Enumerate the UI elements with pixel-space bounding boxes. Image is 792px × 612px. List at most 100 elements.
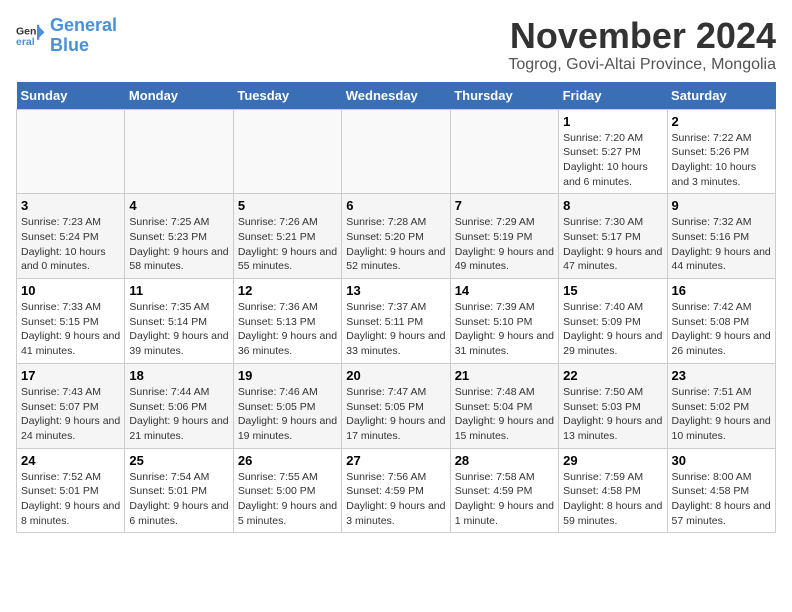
day-number: 7 — [455, 198, 554, 213]
svg-text:eral: eral — [16, 36, 35, 48]
day-number: 13 — [346, 283, 445, 298]
logo-blue: Blue — [50, 35, 89, 55]
day-cell: 29 Sunrise: 7:59 AM Sunset: 4:58 PM Dayli… — [559, 448, 667, 533]
day-number: 17 — [21, 368, 120, 383]
day-number: 20 — [346, 368, 445, 383]
day-cell: 7 Sunrise: 7:29 AM Sunset: 5:19 PM Daylig… — [450, 194, 558, 279]
day-number: 21 — [455, 368, 554, 383]
day-number: 2 — [672, 114, 771, 129]
logo-text: General Blue — [50, 16, 117, 56]
day-cell: 4 Sunrise: 7:25 AM Sunset: 5:23 PM Daylig… — [125, 194, 233, 279]
logo-icon: Gen eral — [16, 21, 46, 51]
day-header-monday: Monday — [125, 82, 233, 110]
day-info: Sunrise: 7:58 AM Sunset: 4:59 PM Dayligh… — [455, 470, 554, 529]
calendar-table: SundayMondayTuesdayWednesdayThursdayFrid… — [16, 82, 776, 534]
day-info: Sunrise: 7:42 AM Sunset: 5:08 PM Dayligh… — [672, 300, 771, 359]
day-header-sunday: Sunday — [17, 82, 125, 110]
day-number: 30 — [672, 453, 771, 468]
day-cell: 8 Sunrise: 7:30 AM Sunset: 5:17 PM Daylig… — [559, 194, 667, 279]
day-info: Sunrise: 7:54 AM Sunset: 5:01 PM Dayligh… — [129, 470, 228, 529]
day-cell: 1 Sunrise: 7:20 AM Sunset: 5:27 PM Daylig… — [559, 109, 667, 194]
day-cell: 17 Sunrise: 7:43 AM Sunset: 5:07 PM Dayli… — [17, 363, 125, 448]
day-cell: 23Sunrise: 7:51 AM Sunset: 5:02 PM Dayli… — [667, 363, 775, 448]
day-number: 15 — [563, 283, 662, 298]
day-cell: 3 Sunrise: 7:23 AM Sunset: 5:24 PM Daylig… — [17, 194, 125, 279]
day-cell: 21Sunrise: 7:48 AM Sunset: 5:04 PM Dayli… — [450, 363, 558, 448]
location-title: Togrog, Govi-Altai Province, Mongolia — [508, 56, 776, 74]
day-number: 25 — [129, 453, 228, 468]
day-number: 22 — [563, 368, 662, 383]
day-number: 19 — [238, 368, 337, 383]
day-info: Sunrise: 7:47 AM Sunset: 5:05 PM Dayligh… — [346, 385, 445, 444]
week-row-2: 3 Sunrise: 7:23 AM Sunset: 5:24 PM Daylig… — [17, 194, 776, 279]
day-cell: 22 Sunrise: 7:50 AM Sunset: 5:03 PM Dayli… — [559, 363, 667, 448]
day-number: 12 — [238, 283, 337, 298]
day-cell: 30Sunrise: 8:00 AM Sunset: 4:58 PM Dayli… — [667, 448, 775, 533]
day-info: Sunrise: 7:25 AM Sunset: 5:23 PM Dayligh… — [129, 215, 228, 274]
day-cell: 10Sunrise: 7:33 AM Sunset: 5:15 PM Dayli… — [17, 279, 125, 364]
day-info: Sunrise: 7:43 AM Sunset: 5:07 PM Dayligh… — [21, 385, 120, 444]
day-info: Sunrise: 7:56 AM Sunset: 4:59 PM Dayligh… — [346, 470, 445, 529]
day-info: Sunrise: 7:50 AM Sunset: 5:03 PM Dayligh… — [563, 385, 662, 444]
day-info: Sunrise: 7:33 AM Sunset: 5:15 PM Dayligh… — [21, 300, 120, 359]
day-header-tuesday: Tuesday — [233, 82, 341, 110]
day-cell: 25 Sunrise: 7:54 AM Sunset: 5:01 PM Dayli… — [125, 448, 233, 533]
day-info: Sunrise: 7:30 AM Sunset: 5:17 PM Dayligh… — [563, 215, 662, 274]
day-cell: 19 Sunrise: 7:46 AM Sunset: 5:05 PM Dayli… — [233, 363, 341, 448]
week-row-3: 10Sunrise: 7:33 AM Sunset: 5:15 PM Dayli… — [17, 279, 776, 364]
logo: Gen eral General Blue — [16, 16, 117, 56]
week-row-5: 24Sunrise: 7:52 AM Sunset: 5:01 PM Dayli… — [17, 448, 776, 533]
day-info: Sunrise: 7:28 AM Sunset: 5:20 PM Dayligh… — [346, 215, 445, 274]
day-cell: 5 Sunrise: 7:26 AM Sunset: 5:21 PM Daylig… — [233, 194, 341, 279]
day-cell: 16Sunrise: 7:42 AM Sunset: 5:08 PM Dayli… — [667, 279, 775, 364]
day-number: 28 — [455, 453, 554, 468]
day-number: 1 — [563, 114, 662, 129]
day-cell — [125, 109, 233, 194]
day-cell: 11Sunrise: 7:35 AM Sunset: 5:14 PM Dayli… — [125, 279, 233, 364]
day-number: 5 — [238, 198, 337, 213]
title-section: November 2024 Togrog, Govi-Altai Provinc… — [508, 16, 776, 74]
day-cell — [450, 109, 558, 194]
day-info: Sunrise: 7:36 AM Sunset: 5:13 PM Dayligh… — [238, 300, 337, 359]
day-cell: 14 Sunrise: 7:39 AM Sunset: 5:10 PM Dayli… — [450, 279, 558, 364]
day-number: 4 — [129, 198, 228, 213]
week-row-4: 17 Sunrise: 7:43 AM Sunset: 5:07 PM Dayli… — [17, 363, 776, 448]
day-cell: 2 Sunrise: 7:22 AM Sunset: 5:26 PM Daylig… — [667, 109, 775, 194]
day-info: Sunrise: 7:22 AM Sunset: 5:26 PM Dayligh… — [672, 131, 771, 190]
day-cell: 18Sunrise: 7:44 AM Sunset: 5:06 PM Dayli… — [125, 363, 233, 448]
day-header-thursday: Thursday — [450, 82, 558, 110]
day-info: Sunrise: 7:29 AM Sunset: 5:19 PM Dayligh… — [455, 215, 554, 274]
day-info: Sunrise: 7:23 AM Sunset: 5:24 PM Dayligh… — [21, 215, 120, 274]
day-number: 3 — [21, 198, 120, 213]
day-number: 18 — [129, 368, 228, 383]
week-row-1: 1 Sunrise: 7:20 AM Sunset: 5:27 PM Daylig… — [17, 109, 776, 194]
day-number: 11 — [129, 283, 228, 298]
day-info: Sunrise: 7:26 AM Sunset: 5:21 PM Dayligh… — [238, 215, 337, 274]
day-number: 14 — [455, 283, 554, 298]
day-cell — [342, 109, 450, 194]
day-number: 29 — [563, 453, 662, 468]
day-header-saturday: Saturday — [667, 82, 775, 110]
day-cell: 6Sunrise: 7:28 AM Sunset: 5:20 PM Daylig… — [342, 194, 450, 279]
day-cell — [17, 109, 125, 194]
day-info: Sunrise: 7:52 AM Sunset: 5:01 PM Dayligh… — [21, 470, 120, 529]
day-info: Sunrise: 7:46 AM Sunset: 5:05 PM Dayligh… — [238, 385, 337, 444]
day-info: Sunrise: 7:37 AM Sunset: 5:11 PM Dayligh… — [346, 300, 445, 359]
day-cell: 12 Sunrise: 7:36 AM Sunset: 5:13 PM Dayli… — [233, 279, 341, 364]
day-info: Sunrise: 7:39 AM Sunset: 5:10 PM Dayligh… — [455, 300, 554, 359]
day-info: Sunrise: 7:32 AM Sunset: 5:16 PM Dayligh… — [672, 215, 771, 274]
day-number: 27 — [346, 453, 445, 468]
day-number: 26 — [238, 453, 337, 468]
logo-general: General — [50, 15, 117, 35]
day-cell: 28 Sunrise: 7:58 AM Sunset: 4:59 PM Dayli… — [450, 448, 558, 533]
day-number: 8 — [563, 198, 662, 213]
day-info: Sunrise: 7:59 AM Sunset: 4:58 PM Dayligh… — [563, 470, 662, 529]
day-cell: 24Sunrise: 7:52 AM Sunset: 5:01 PM Dayli… — [17, 448, 125, 533]
day-info: Sunrise: 7:40 AM Sunset: 5:09 PM Dayligh… — [563, 300, 662, 359]
day-info: Sunrise: 7:20 AM Sunset: 5:27 PM Dayligh… — [563, 131, 662, 190]
day-header-friday: Friday — [559, 82, 667, 110]
day-info: Sunrise: 7:55 AM Sunset: 5:00 PM Dayligh… — [238, 470, 337, 529]
month-title: November 2024 — [508, 16, 776, 56]
day-cell: 26 Sunrise: 7:55 AM Sunset: 5:00 PM Dayli… — [233, 448, 341, 533]
day-cell — [233, 109, 341, 194]
